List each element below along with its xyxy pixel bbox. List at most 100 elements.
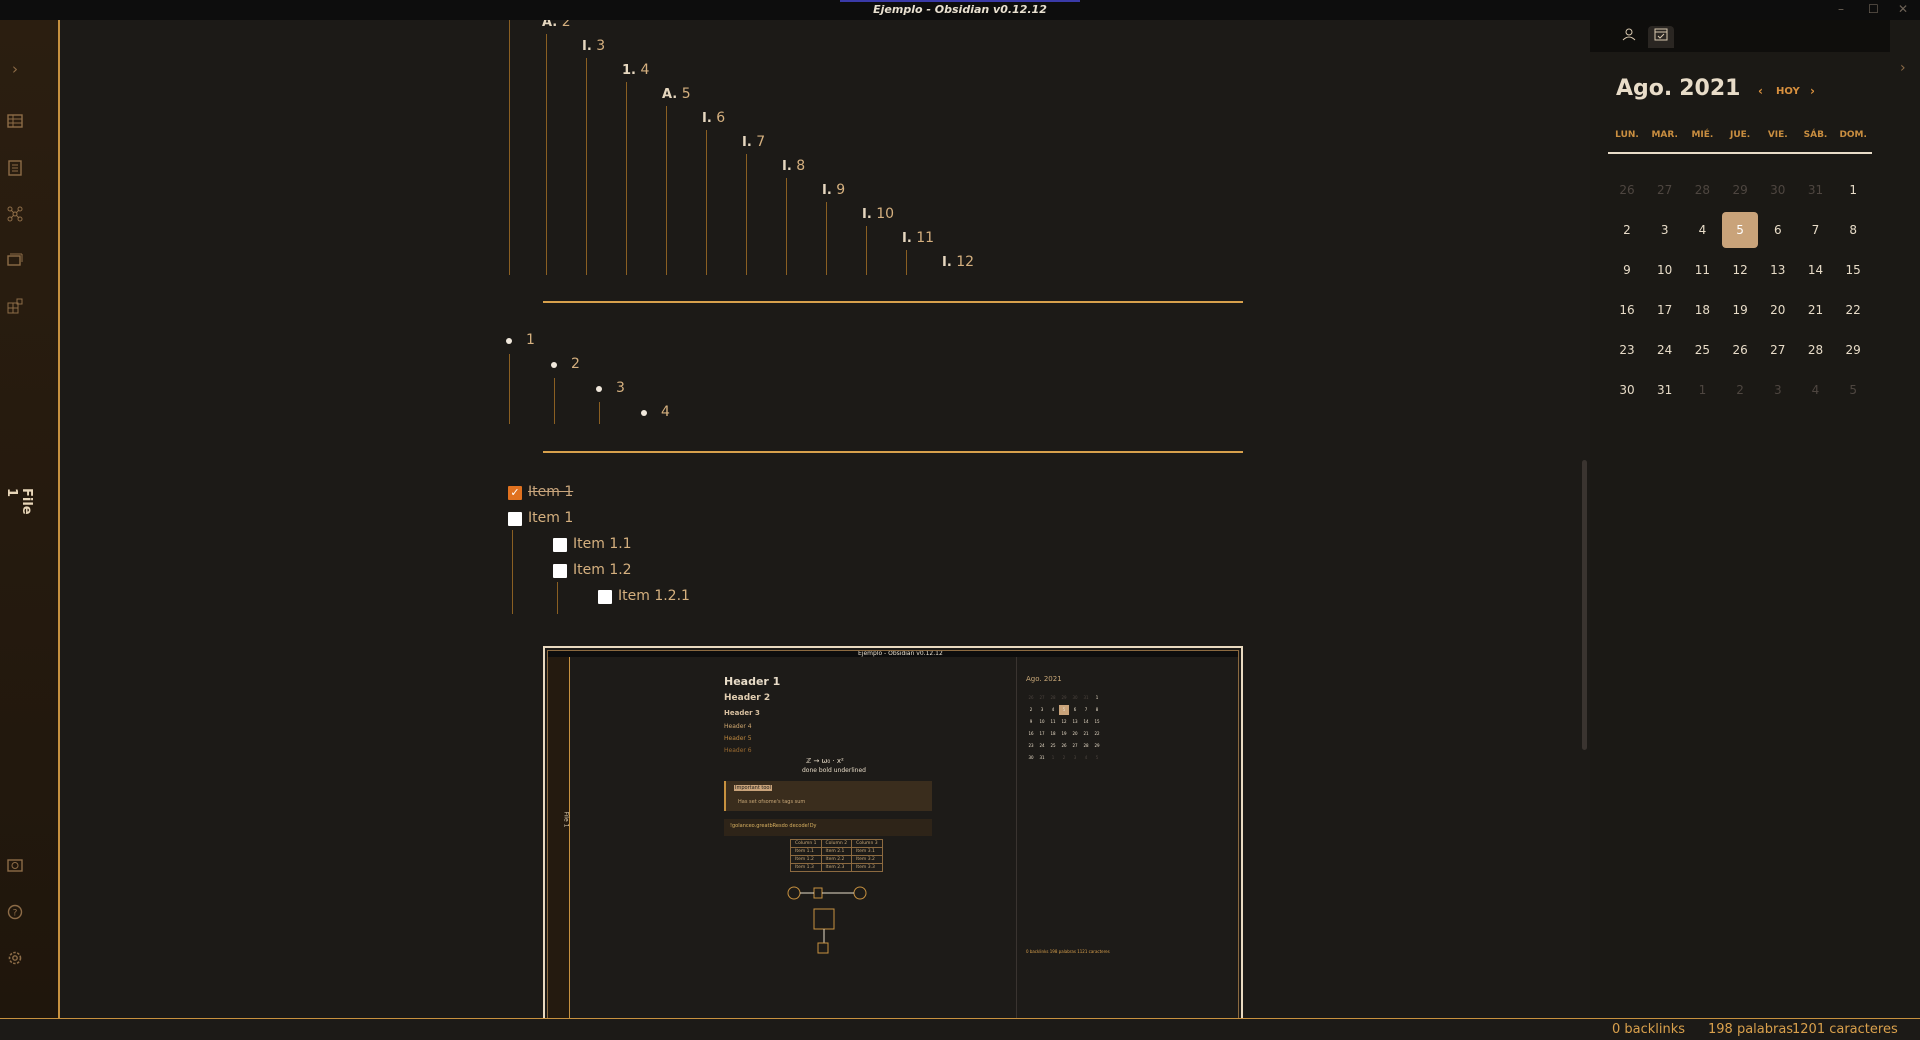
calendar-day[interactable]: 6 <box>1760 212 1796 248</box>
calendar-day[interactable]: 10 <box>1647 252 1683 288</box>
calendar-day[interactable]: 25 <box>1684 332 1720 368</box>
calendar-day[interactable]: 7 <box>1798 212 1834 248</box>
calendar-day[interactable]: 28 <box>1798 332 1834 368</box>
mini-calendar-day: 5 <box>1059 705 1069 715</box>
mini-table: Column 1 Column 2 Column 3 Item 1.1 Item 2.1… <box>790 839 883 872</box>
close-button[interactable]: ✕ <box>1898 2 1908 16</box>
mini-table-row: Item 1.1 Item 2.1 Item 3.1 <box>790 847 883 856</box>
tab-outline[interactable] <box>1616 26 1642 48</box>
calendar-day[interactable]: 3 <box>1760 372 1796 408</box>
calendar-day[interactable]: 30 <box>1609 372 1645 408</box>
table-icon[interactable] <box>6 114 24 132</box>
indent-guide <box>626 82 627 275</box>
calendar-day[interactable]: 22 <box>1835 292 1871 328</box>
checkbox[interactable] <box>508 512 522 526</box>
chevron-right-icon[interactable]: › <box>1900 60 1906 76</box>
list-marker: I. <box>702 111 712 126</box>
svg-text:?: ? <box>13 909 18 919</box>
calendar-day[interactable]: 2 <box>1722 372 1758 408</box>
calendar-day[interactable]: 1 <box>1684 372 1720 408</box>
calendar-day[interactable]: 28 <box>1684 172 1720 208</box>
calendar-day[interactable]: 11 <box>1684 252 1720 288</box>
calendar-day[interactable]: 29 <box>1835 332 1871 368</box>
calendar-day[interactable]: 21 <box>1798 292 1834 328</box>
calendar-day[interactable]: 2 <box>1609 212 1645 248</box>
calendar-day[interactable]: 5 <box>1835 372 1871 408</box>
calendar-day[interactable]: 31 <box>1647 372 1683 408</box>
mini-calendar-day: 28 <box>1083 743 1089 748</box>
calendar-day[interactable]: 13 <box>1760 252 1796 288</box>
calendar-day[interactable]: 9 <box>1609 252 1645 288</box>
mini-data-table: Column 1 Column 2 Column 3 Item 1.1 Item 2.1… <box>790 839 883 872</box>
mini-calendar-day: 27 <box>1039 695 1045 700</box>
checkbox[interactable] <box>553 538 567 552</box>
checklist-item-label: Item 1.2.1 <box>618 588 690 604</box>
checkbox[interactable] <box>553 564 567 578</box>
camera-icon[interactable] <box>6 858 24 876</box>
graph-icon[interactable] <box>6 206 24 224</box>
calendar-day[interactable]: 1 <box>1835 172 1871 208</box>
settings-icon[interactable] <box>6 950 24 968</box>
next-month-button[interactable]: › <box>1810 84 1815 98</box>
calendar-title: Ago. 2021 <box>1616 76 1740 101</box>
calendar-day[interactable]: 4 <box>1798 372 1834 408</box>
numbered-list-item: I. 8 <box>782 158 805 174</box>
numbered-list-item: I. 12 <box>942 254 974 270</box>
maximize-button[interactable]: ☐ <box>1868 2 1879 16</box>
mini-calendar-day: 27 <box>1072 743 1078 748</box>
calendar-day[interactable]: 27 <box>1647 172 1683 208</box>
numbered-list-item: I. 7 <box>742 134 765 150</box>
file-tab[interactable]: File 1 <box>4 488 34 515</box>
mini-calendar-day: 4 <box>1084 755 1088 760</box>
puzzle-icon[interactable] <box>6 298 24 316</box>
calendar-day[interactable]: 3 <box>1647 212 1683 248</box>
checkbox[interactable] <box>598 590 612 604</box>
minimize-button[interactable]: – <box>1838 2 1844 16</box>
help-icon[interactable]: ? <box>6 904 24 922</box>
mini-calendar-day: 10 <box>1039 719 1045 724</box>
calendar-day[interactable]: 18 <box>1684 292 1720 328</box>
mini-table-header: Column 1 <box>790 839 822 848</box>
list-item-text: 4 <box>640 62 650 78</box>
checked-checkbox[interactable]: ✓ <box>508 486 522 500</box>
calendar-day[interactable]: 19 <box>1722 292 1758 328</box>
collapse-right-sidebar[interactable]: › <box>1890 20 1920 1018</box>
editor-scrollbar[interactable] <box>1582 460 1587 750</box>
calendar-day[interactable]: 29 <box>1722 172 1758 208</box>
calendar-year: 2021 <box>1679 76 1741 101</box>
bullet-item-text: 1 <box>526 332 535 348</box>
calendar-day[interactable]: 14 <box>1798 252 1834 288</box>
cards-icon[interactable] <box>6 252 24 270</box>
prev-month-button[interactable]: ‹ <box>1758 84 1763 98</box>
tab-calendar[interactable] <box>1648 26 1674 48</box>
backlinks-count[interactable]: 0 backlinks <box>1612 1022 1685 1037</box>
calendar-day[interactable]: 23 <box>1609 332 1645 368</box>
mini-header-1: Header 1 <box>724 675 781 688</box>
calendar-day[interactable]: 8 <box>1835 212 1871 248</box>
today-button[interactable]: HOY <box>1776 86 1800 97</box>
calendar-day[interactable]: 24 <box>1647 332 1683 368</box>
calendar-day[interactable]: 27 <box>1760 332 1796 368</box>
calendar-day[interactable]: 12 <box>1722 252 1758 288</box>
calendar-day[interactable]: 26 <box>1722 332 1758 368</box>
calendar-day[interactable]: 16 <box>1609 292 1645 328</box>
mini-calendar-day: 26 <box>1028 695 1034 700</box>
numbered-list-item: I. 3 <box>582 38 605 54</box>
mini-calendar-day: 5 <box>1095 755 1099 760</box>
mini-ribbon <box>548 657 570 1018</box>
calendar-day[interactable]: 20 <box>1760 292 1796 328</box>
calendar-day[interactable]: 30 <box>1760 172 1796 208</box>
calendar-day[interactable]: 15 <box>1835 252 1871 288</box>
mini-calendar-day: 3 <box>1040 707 1044 712</box>
mini-calendar-day: 29 <box>1061 695 1067 700</box>
calendar-day[interactable]: 17 <box>1647 292 1683 328</box>
calendar-day[interactable]: 26 <box>1609 172 1645 208</box>
mini-header-4: Header 4 <box>724 723 752 730</box>
note-icon[interactable] <box>6 160 24 178</box>
list-marker: A. <box>542 20 558 30</box>
calendar-day-today[interactable]: 5 <box>1722 212 1759 248</box>
calendar-day[interactable]: 4 <box>1684 212 1720 248</box>
calendar-day[interactable]: 31 <box>1798 172 1834 208</box>
bullet-item-text: 4 <box>661 404 670 420</box>
chevron-right-icon[interactable]: › <box>6 60 24 78</box>
